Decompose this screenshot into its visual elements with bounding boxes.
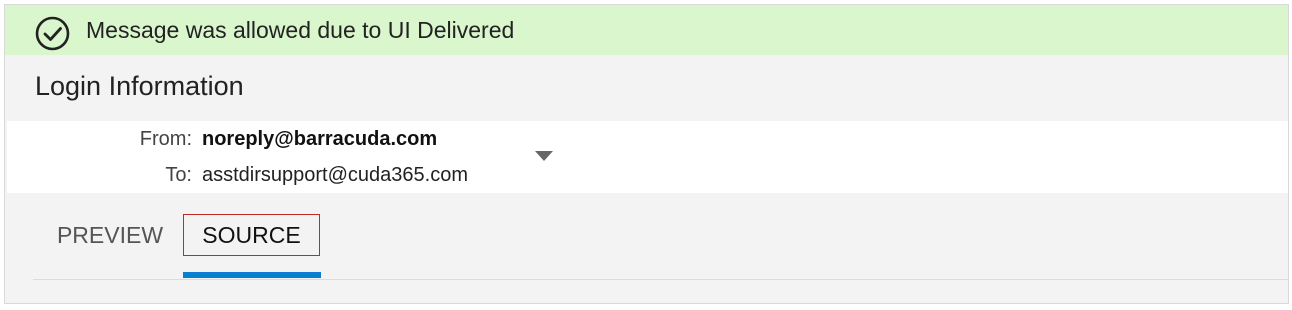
message-view: Message was allowed due to UI Delivered … <box>4 4 1289 304</box>
from-row: From: noreply@barracuda.com <box>7 128 707 156</box>
to-row: To: asstdirsupport@cuda365.com <box>7 164 707 192</box>
from-address: noreply@barracuda.com <box>202 128 438 150</box>
tabs-divider <box>33 279 1288 280</box>
delivery-status-banner: Message was allowed due to UI Delivered <box>5 5 1288 55</box>
tab-preview[interactable]: PREVIEW <box>55 214 165 256</box>
active-tab-indicator <box>183 272 321 278</box>
from-label: From: <box>139 128 192 150</box>
delivery-status-text: Message was allowed due to UI Delivered <box>86 17 515 43</box>
to-label: To: <box>165 164 192 186</box>
message-subject: Login Information <box>35 71 244 101</box>
check-circle-icon <box>35 16 70 51</box>
tab-source[interactable]: SOURCE <box>183 214 320 256</box>
caret-down-icon[interactable] <box>535 151 553 161</box>
view-tabs: PREVIEW SOURCE <box>33 210 1288 280</box>
to-address: asstdirsupport@cuda365.com <box>202 164 468 186</box>
message-headers: From: noreply@barracuda.com To: asstdirs… <box>7 121 1288 193</box>
